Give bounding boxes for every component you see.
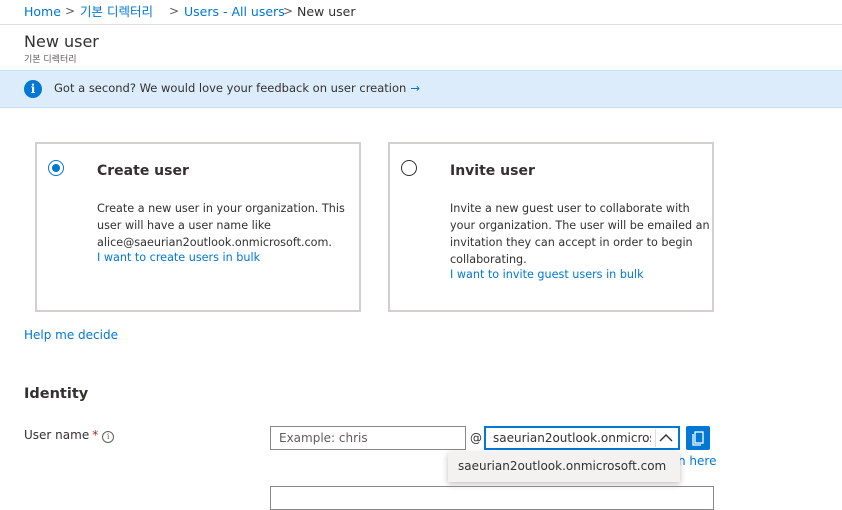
domain-dropdown-list: saeurian2outlook.onmicrosoft.com <box>448 452 680 482</box>
create-user-option[interactable]: Create user Create a new user in your or… <box>35 142 361 312</box>
help-me-decide-link[interactable]: Help me decide <box>24 328 118 342</box>
required-marker: * <box>92 428 99 442</box>
invite-users-bulk-link[interactable]: I want to invite guest users in bulk <box>450 268 644 281</box>
invite-user-title: Invite user <box>450 163 535 179</box>
invite-user-radio[interactable] <box>401 160 417 176</box>
create-user-radio[interactable] <box>48 160 64 176</box>
chevron-right-icon: > <box>283 4 294 18</box>
domain-option[interactable]: saeurian2outlook.onmicrosoft.com <box>458 459 666 473</box>
chevron-right-icon: > <box>169 4 180 18</box>
feedback-banner: i Got a second? We would love your feedb… <box>0 70 842 108</box>
partial-link[interactable]: n here <box>678 454 716 468</box>
page-title: New user <box>24 32 99 51</box>
identity-section-title: Identity <box>24 386 89 402</box>
breadcrumb-home-link[interactable]: Home <box>24 4 61 20</box>
username-label: User name * i <box>24 428 115 443</box>
create-users-bulk-link[interactable]: I want to create users in bulk <box>97 251 260 264</box>
breadcrumb-directory-link[interactable]: 기본 디렉터리 <box>80 4 153 20</box>
info-icon: i <box>24 80 42 98</box>
at-symbol: @ <box>470 431 482 445</box>
info-icon[interactable]: i <box>102 431 115 443</box>
breadcrumb: Home > 기본 디렉터리 > Users - All users > New… <box>0 0 842 25</box>
breadcrumb-current: New user <box>297 4 356 19</box>
invite-user-option[interactable]: Invite user Invite a new guest user to c… <box>388 142 714 312</box>
page-subtitle: 기본 디렉터리 <box>24 55 77 65</box>
copy-button[interactable] <box>686 426 710 450</box>
invite-user-description: Invite a new guest user to collaborate w… <box>450 202 710 266</box>
feedback-text: Got a second? We would love your feedbac… <box>54 81 407 95</box>
create-user-title: Create user <box>97 163 189 179</box>
arrow-right-icon: → <box>410 81 420 95</box>
copy-icon <box>692 431 704 446</box>
chevron-up-icon[interactable] <box>655 429 676 447</box>
domain-dropdown[interactable]: saeurian2outlook.onmicrosoft.com <box>484 426 680 450</box>
chevron-right-icon: > <box>65 4 76 18</box>
domain-dropdown-value: saeurian2outlook.onmicrosoft.com <box>493 431 651 445</box>
breadcrumb-users-link[interactable]: Users - All users <box>184 4 285 20</box>
create-user-description: Create a new user in your organization. … <box>97 202 345 249</box>
username-label-text: User name <box>24 428 90 442</box>
username-input[interactable] <box>270 426 466 450</box>
name-input-partial[interactable] <box>270 486 714 510</box>
feedback-link[interactable]: Got a second? We would love your feedbac… <box>54 81 420 95</box>
